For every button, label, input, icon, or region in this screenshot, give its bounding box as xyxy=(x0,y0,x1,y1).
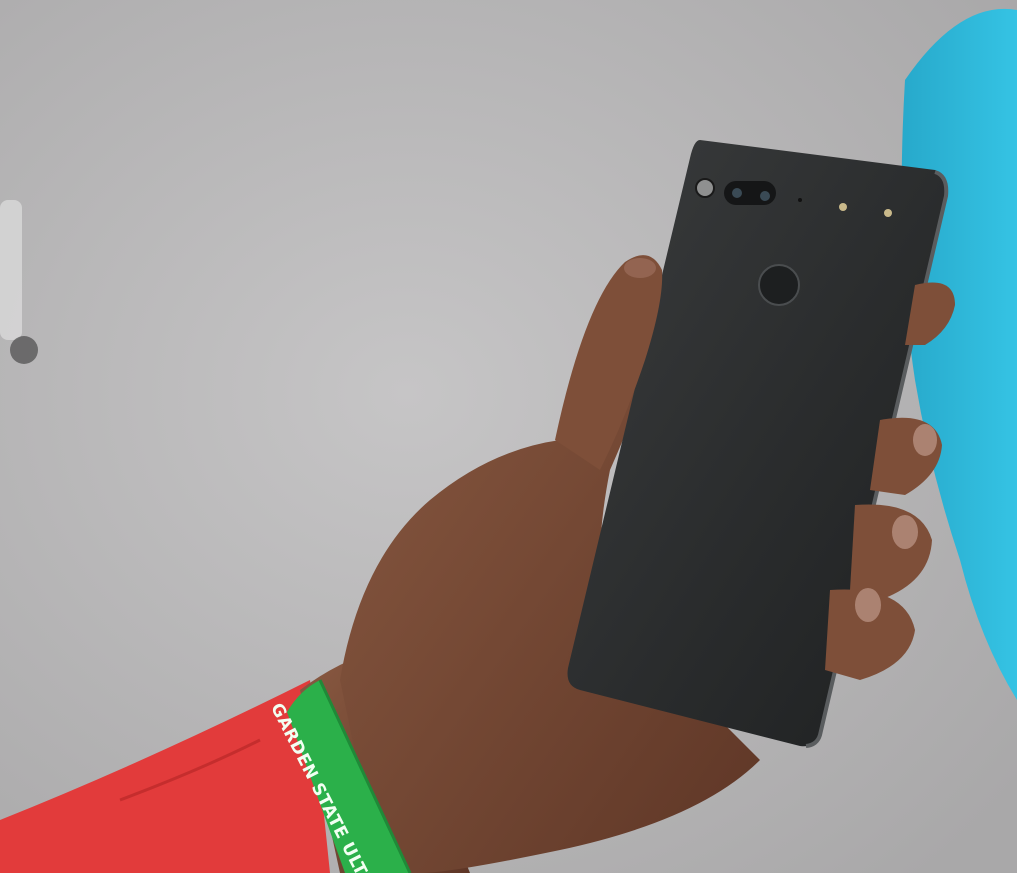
blurred-object xyxy=(0,200,22,340)
flash-icon xyxy=(695,178,715,198)
photo-illustration xyxy=(0,0,1017,873)
camera-lens-icon xyxy=(760,191,770,201)
connector-pin-icon xyxy=(839,203,847,211)
connector-pin-icon xyxy=(884,209,892,217)
photo-scene: GARDEN STATE ULTIMATE xyxy=(0,0,1017,873)
camera-lens-icon xyxy=(732,188,742,198)
blurred-object-foot xyxy=(10,336,38,364)
microphone-icon xyxy=(798,198,802,202)
fingerprint-sensor-icon xyxy=(758,264,800,306)
